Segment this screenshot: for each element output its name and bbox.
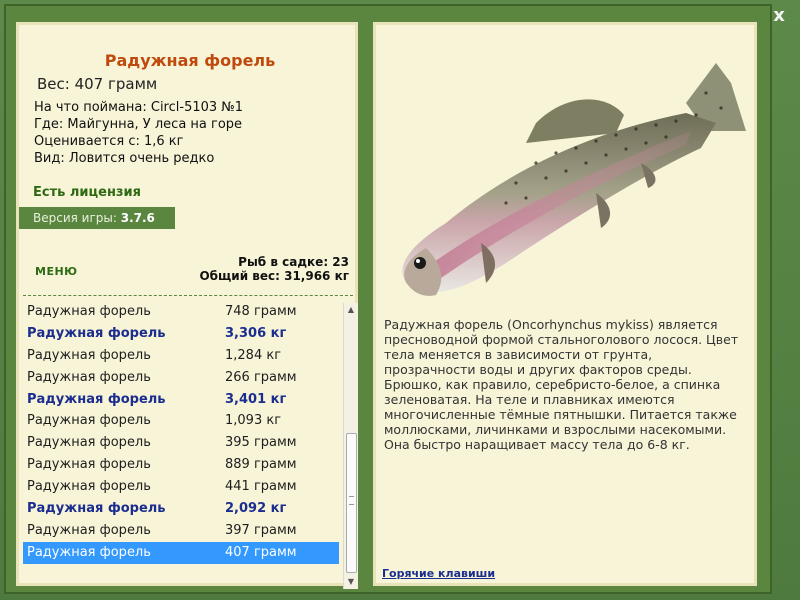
list-item-name: Радужная форель bbox=[27, 435, 151, 451]
fish-description-panel: Радужная форель (Oncorhynchus mykiss) яв… bbox=[373, 22, 757, 586]
list-item-weight: 266 грамм bbox=[225, 369, 297, 385]
list-item-weight: 889 грамм bbox=[225, 457, 297, 473]
list-item-name: Радужная форель bbox=[27, 391, 166, 407]
list-item-name: Радужная форель bbox=[27, 457, 151, 473]
fish-title: Радужная форель bbox=[104, 51, 276, 70]
list-item[interactable]: Радужная форель 395 грамм bbox=[23, 432, 339, 454]
list-item-weight: 748 грамм bbox=[225, 304, 297, 319]
list-item[interactable]: Радужная форель 1,093 кг bbox=[23, 410, 339, 432]
catch-location: Где: Майгунна, У леса на горе bbox=[34, 117, 243, 132]
grip-icon bbox=[349, 496, 354, 505]
list-item[interactable]: Радужная форель 748 грамм bbox=[23, 301, 339, 323]
hotkeys-link[interactable]: Горячие клавиши bbox=[382, 567, 495, 580]
list-item[interactable]: Радужная форель 889 грамм bbox=[23, 454, 339, 476]
list-item-weight: 3,401 кг bbox=[225, 391, 287, 407]
list-item-name: Радужная форель bbox=[27, 369, 151, 385]
cage-total-weight: Общий вес: 31,966 кг bbox=[199, 269, 349, 283]
list-item[interactable]: Радужная форель 441 грамм bbox=[23, 476, 339, 498]
rarity: Вид: Ловится очень редко bbox=[34, 151, 215, 166]
scroll-thumb[interactable] bbox=[346, 433, 357, 573]
cage-summary: Рыб в садке: 23 Общий вес: 31,966 кг bbox=[199, 255, 349, 283]
fish-weight: Вес: 407 грамм bbox=[37, 75, 158, 93]
game-version: Версия игры: 3.7.6 bbox=[19, 207, 175, 229]
list-item-name: Радужная форель bbox=[27, 479, 151, 495]
scroll-up-arrow-icon[interactable]: ▲ bbox=[344, 303, 358, 317]
rainbow-trout-image bbox=[402, 63, 746, 296]
cage-count: Рыб в садке: 23 bbox=[238, 255, 349, 269]
list-item-name: Радужная форель bbox=[27, 413, 151, 429]
close-button[interactable]: x bbox=[768, 4, 790, 28]
list-item-name: Радужная форель bbox=[27, 325, 166, 341]
menu-button[interactable]: МЕНЮ bbox=[35, 265, 78, 278]
list-item[interactable]: Радужная форель 1,284 кг bbox=[23, 345, 339, 367]
list-item-name: Радужная форель bbox=[27, 501, 166, 517]
list-item-weight: 1,093 кг bbox=[225, 413, 282, 429]
list-item[interactable]: Радужная форель 407 грамм bbox=[23, 541, 339, 564]
fish-description: Радужная форель (Oncorhynchus mykiss) яв… bbox=[384, 317, 739, 452]
fish-details: На что поймана: Circl-5103 №1 Где: Майгу… bbox=[34, 99, 243, 167]
list-item-name: Радужная форель bbox=[27, 304, 151, 319]
list-item[interactable]: Радужная форель 3,306 кг bbox=[23, 323, 339, 345]
scroll-down-arrow-icon[interactable]: ▼ bbox=[344, 575, 358, 589]
list-item-weight: 1,284 кг bbox=[225, 347, 282, 363]
list-item[interactable]: Радужная форель 3,401 кг bbox=[23, 389, 339, 411]
list-item-weight: 3,306 кг bbox=[225, 325, 287, 341]
catch-list[interactable]: Радужная форель 748 грамм Радужная форель 3… bbox=[23, 301, 339, 591]
license-status: Есть лицензия bbox=[33, 185, 141, 200]
list-item-weight: 397 грамм bbox=[225, 522, 297, 538]
version-label: Версия игры: bbox=[33, 211, 117, 225]
list-item-weight: 441 грамм bbox=[225, 479, 297, 495]
list-item[interactable]: Радужная форель 2,092 кг bbox=[23, 498, 339, 520]
list-item-weight: 407 грамм bbox=[225, 544, 297, 560]
list-item[interactable]: Радужная форель 266 грамм bbox=[23, 367, 339, 389]
list-item-weight: 395 грамм bbox=[225, 435, 297, 451]
catch-list-scrollbar[interactable]: ▲ ▼ bbox=[343, 303, 358, 589]
fish-info-panel: Радужная форель Вес: 407 грамм На что по… bbox=[16, 22, 358, 589]
valued-from: Оценивается с: 1,6 кг bbox=[34, 134, 184, 149]
caught-with: На что поймана: Circl-5103 №1 bbox=[34, 100, 244, 115]
list-item[interactable]: Радужная форель 397 грамм bbox=[23, 520, 339, 542]
list-item-name: Радужная форель bbox=[27, 347, 151, 363]
list-item-name: Радужная форель bbox=[27, 544, 151, 560]
divider bbox=[23, 295, 353, 296]
list-item-weight: 2,092 кг bbox=[225, 501, 287, 517]
list-item-name: Радужная форель bbox=[27, 522, 151, 538]
version-value: 3.7.6 bbox=[120, 211, 155, 225]
